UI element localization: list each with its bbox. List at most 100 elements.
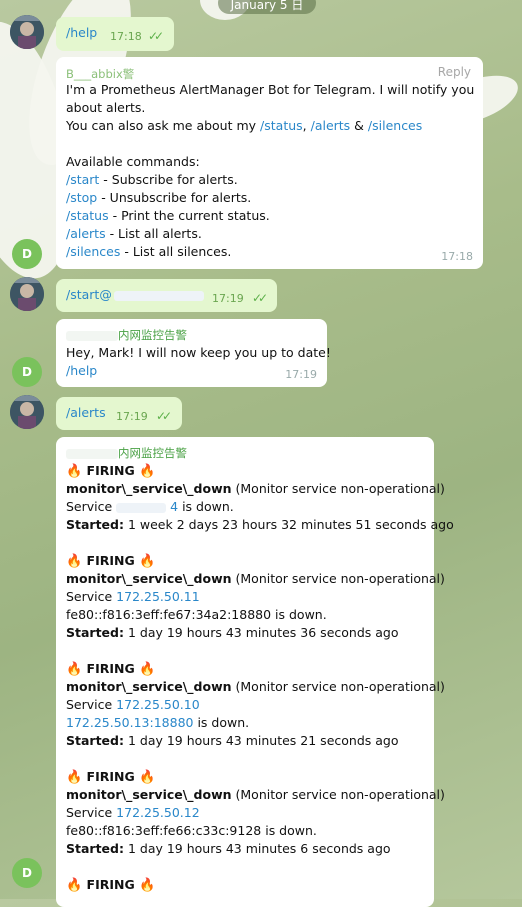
message-time: 17:19 [212, 292, 244, 305]
outgoing-message[interactable]: /alerts 17:19 ✓✓ [56, 397, 182, 430]
message-text: Hey, Mark! I will now keep you up to dat… [66, 345, 331, 360]
command-description: - Unsubscribe for alerts. [97, 190, 252, 205]
message-text: Available commands: [66, 154, 200, 169]
alert-status: FIRING [86, 463, 135, 478]
alert-block: 🔥 FIRING 🔥 monitor\_service\_down (Monit… [66, 660, 445, 750]
started-label: Started: [66, 733, 124, 748]
command-link-alerts[interactable]: /alerts [66, 226, 106, 241]
command-description: - List all silences. [120, 244, 232, 259]
user-avatar[interactable] [10, 277, 44, 311]
started-value: 1 day 19 hours 43 minutes 36 seconds ago [123, 625, 399, 640]
outgoing-message[interactable]: /help 17:18 ✓✓ [56, 17, 174, 51]
user-avatar[interactable] [10, 395, 44, 429]
fire-icon: 🔥 [66, 770, 83, 785]
service-label: Service [66, 589, 117, 604]
alert-block: 🔥 FIRING 🔥 monitor\_service\_down (Monit… [66, 768, 445, 858]
down-text: is down. [178, 499, 234, 514]
started-value: 1 day 19 hours 43 minutes 21 seconds ago [123, 733, 399, 748]
read-receipt-icon: ✓✓ [148, 29, 164, 43]
down-text: is down. [271, 607, 327, 622]
command-link-silences[interactable]: /silences [66, 244, 120, 259]
alert-description: (Monitor service non-operational) [231, 679, 445, 694]
service-link[interactable]: 4 [170, 499, 178, 514]
command-link-start[interactable]: /start [66, 172, 99, 187]
bot-avatar[interactable]: D [12, 858, 42, 888]
down-text: is down. [193, 715, 250, 730]
service-label: Service [66, 697, 117, 712]
fire-icon: 🔥 [139, 464, 156, 479]
alert-name: monitor\_service\_down [66, 571, 232, 586]
message-time: 17:18 [110, 30, 142, 43]
alert-block: 🔥 FIRING 🔥 [66, 876, 155, 894]
message-text: I'm a Prometheus AlertManager Bot for Te… [66, 82, 475, 97]
bot-avatar[interactable]: D [12, 239, 42, 269]
alert-description: (Monitor service non-operational) [231, 571, 445, 586]
separator: & [350, 118, 368, 133]
read-receipt-icon: ✓✓ [156, 409, 172, 423]
bot-avatar[interactable]: D [12, 357, 42, 387]
redacted-text [116, 502, 167, 513]
started-value: 1 day 19 hours 43 minutes 6 seconds ago [123, 841, 391, 856]
command-description: - Print the current status. [108, 208, 270, 223]
redacted-text [66, 448, 118, 459]
alert-status: FIRING [86, 553, 135, 568]
alert-description: (Monitor service non-operational) [231, 481, 445, 496]
service-label: Service [66, 805, 117, 820]
incoming-message-alerts[interactable]: 内网监控告警 🔥 FIRING 🔥 monitor\_service\_down… [56, 437, 454, 907]
alert-name: monitor\_service\_down [66, 481, 232, 496]
command-link[interactable]: /start@ [66, 287, 112, 302]
message-text: You can also ask me about my [66, 118, 261, 133]
command-description: - List all alerts. [105, 226, 202, 241]
alert-status: FIRING [86, 661, 135, 676]
command-link-silences[interactable]: /silences [368, 118, 422, 133]
service-link[interactable]: 172.25.50.12 [116, 805, 200, 820]
fire-icon: 🔥 [66, 662, 83, 677]
command-link-status[interactable]: /status [66, 208, 109, 223]
command-link-alerts[interactable]: /alerts [311, 118, 351, 133]
separator: , [302, 118, 311, 133]
fire-icon: 🔥 [139, 878, 156, 893]
fire-icon: 🔥 [66, 554, 83, 569]
message-time: 17:19 [285, 368, 317, 381]
command-description: - Subscribe for alerts. [99, 172, 238, 187]
redacted-text [114, 291, 204, 301]
date-header: January 5 日 [218, 0, 316, 14]
started-value: 1 week 2 days 23 hours 32 minutes 51 sec… [123, 517, 454, 532]
message-time: 17:18 [441, 250, 473, 263]
sender-name: B___abbix警 [66, 67, 135, 81]
command-link[interactable]: /help [66, 25, 97, 40]
redacted-text [66, 330, 118, 341]
alert-status: FIRING [86, 769, 135, 784]
message-text: about alerts. [66, 100, 146, 115]
fire-icon: 🔥 [139, 554, 156, 569]
alert-block: 🔥 FIRING 🔥 monitor\_service\_down (Monit… [66, 462, 454, 534]
service-link[interactable]: 172.25.50.13:18880 [66, 715, 193, 730]
command-link-stop[interactable]: /stop [66, 190, 97, 205]
fire-icon: 🔥 [139, 770, 156, 785]
alert-block: 🔥 FIRING 🔥 monitor\_service\_down (Monit… [66, 552, 445, 642]
alert-status: FIRING [86, 877, 135, 892]
service-address: fe80::f816:3eff:fe67:34a2:18880 [66, 607, 272, 622]
fire-icon: 🔥 [139, 662, 156, 677]
incoming-message[interactable]: 内网监控告警 Hey, Mark! I will now keep you up… [56, 319, 331, 387]
service-link[interactable]: 172.25.50.10 [116, 697, 200, 712]
service-address: fe80::f816:3eff:fe66:c33c:9128 [66, 823, 262, 838]
user-avatar[interactable] [10, 15, 44, 49]
command-link[interactable]: /alerts [66, 405, 106, 420]
sender-name: 内网监控告警 [66, 327, 187, 343]
read-receipt-icon: ✓✓ [252, 291, 268, 305]
sender-name: 内网监控告警 [66, 445, 187, 461]
incoming-message[interactable]: B___abbix警 Reply I'm a Prometheus AlertM… [56, 57, 483, 269]
reply-button[interactable]: Reply [438, 65, 471, 79]
outgoing-message[interactable]: /start@ 17:19 ✓✓ [56, 279, 277, 312]
command-link-help[interactable]: /help [66, 362, 97, 380]
message-time: 17:19 [116, 410, 148, 423]
command-link-status[interactable]: /status [260, 118, 303, 133]
service-link[interactable]: 172.25.50.11 [116, 589, 200, 604]
service-label: Service [66, 499, 117, 514]
started-label: Started: [66, 517, 124, 532]
started-label: Started: [66, 625, 124, 640]
alert-name: monitor\_service\_down [66, 787, 232, 802]
started-label: Started: [66, 841, 124, 856]
alert-name: monitor\_service\_down [66, 679, 232, 694]
